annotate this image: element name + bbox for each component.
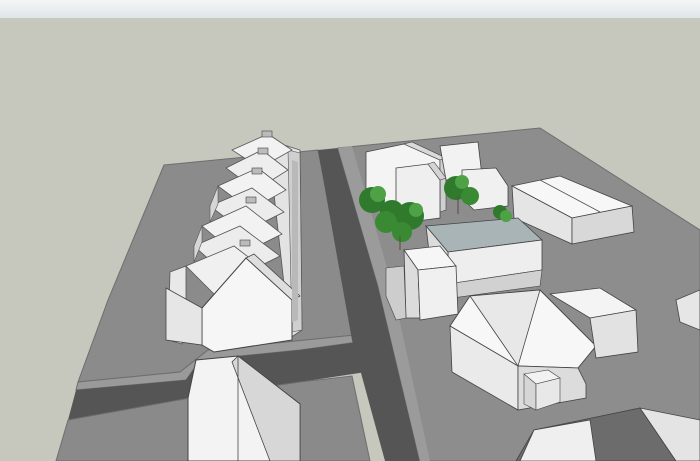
urban-3d-scene — [0, 0, 700, 461]
3d-model-viewport[interactable] — [0, 0, 700, 461]
sky — [0, 0, 700, 18]
